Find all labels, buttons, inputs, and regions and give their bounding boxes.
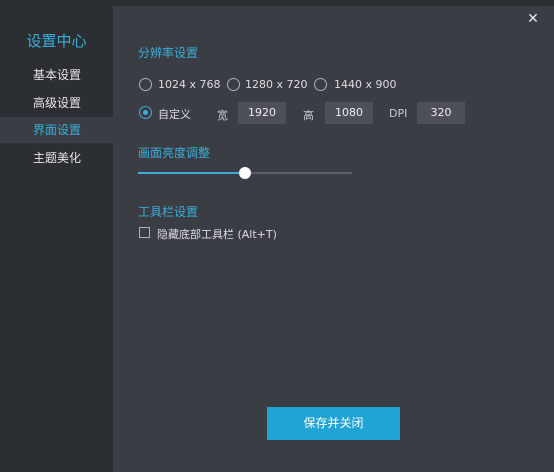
height-label: 高 — [303, 109, 314, 122]
sidebar-item-label: 主题美化 — [33, 151, 82, 165]
sidebar-item-label: 基本设置 — [33, 68, 82, 82]
width-label: 宽 — [217, 109, 228, 122]
hide-bottom-toolbar-checkbox[interactable] — [139, 227, 150, 238]
close-icon: ✕ — [527, 11, 539, 27]
width-input[interactable]: 1920 — [238, 102, 286, 124]
resolution-section-title: 分辨率设置 — [138, 46, 199, 60]
brightness-slider-fill — [138, 172, 245, 174]
sidebar-item-theme[interactable]: 主题美化 — [0, 145, 113, 171]
dpi-label: DPI — [389, 107, 408, 120]
radio-custom[interactable] — [139, 106, 152, 119]
sidebar: 设置中心 基本设置 高级设置 界面设置 主题美化 — [0, 0, 113, 472]
radio-1024x768-label[interactable]: 1024 x 768 — [158, 78, 221, 91]
brightness-section-title: 画面亮度调整 — [138, 146, 211, 160]
radio-custom-label[interactable]: 自定义 — [158, 106, 191, 122]
brightness-slider[interactable] — [138, 167, 352, 179]
settings-window: 设置中心 基本设置 高级设置 界面设置 主题美化 ✕ 分辨率设置 1024 x … — [0, 0, 554, 472]
radio-1280x720[interactable] — [227, 78, 240, 91]
sidebar-item-interface[interactable]: 界面设置 — [0, 117, 113, 143]
height-input[interactable]: 1080 — [325, 102, 373, 124]
radio-1440x900[interactable] — [314, 78, 327, 91]
sidebar-item-label: 界面设置 — [33, 123, 82, 137]
sidebar-item-advanced[interactable]: 高级设置 — [0, 90, 113, 116]
radio-1440x900-label[interactable]: 1440 x 900 — [334, 78, 397, 91]
brightness-slider-thumb[interactable] — [239, 167, 251, 179]
sidebar-item-basic[interactable]: 基本设置 — [0, 62, 113, 88]
toolbar-section-title: 工具栏设置 — [138, 205, 199, 219]
dpi-input[interactable]: 320 — [417, 102, 465, 124]
radio-1024x768[interactable] — [139, 78, 152, 91]
sidebar-item-label: 高级设置 — [33, 96, 82, 110]
hide-bottom-toolbar-label[interactable]: 隐藏底部工具栏 (Alt+T) — [157, 226, 277, 242]
sidebar-title: 设置中心 — [26, 32, 87, 50]
radio-1280x720-label[interactable]: 1280 x 720 — [245, 78, 308, 91]
save-and-close-button[interactable]: 保存并关闭 — [267, 407, 400, 440]
close-button[interactable]: ✕ — [524, 10, 542, 28]
